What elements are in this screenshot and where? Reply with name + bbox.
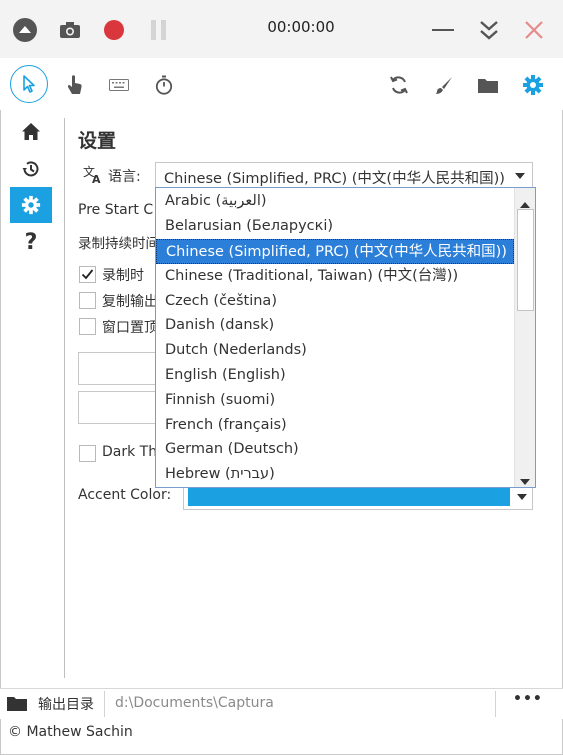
language-option[interactable]: Arabic (العربية) — [156, 189, 514, 214]
dark-theme-label: Dark Th — [102, 444, 158, 460]
double-chevron-down-icon — [480, 21, 498, 40]
checkbox-topmost[interactable] — [79, 318, 96, 335]
keyboard-icon — [109, 79, 129, 91]
language-option[interactable]: Dutch (Nederlands) — [156, 338, 514, 363]
chevron-down-icon — [520, 479, 530, 485]
checkbox-copy-output[interactable] — [79, 292, 96, 309]
minimize-to-tray-button[interactable] — [474, 15, 504, 45]
edit-button[interactable] — [429, 70, 459, 100]
language-option[interactable]: French (français) — [156, 413, 514, 438]
hidden-field-2[interactable] — [78, 391, 158, 424]
record-button[interactable] — [99, 15, 129, 45]
home-icon — [22, 123, 40, 140]
refresh-icon — [390, 76, 408, 94]
language-option[interactable]: Czech (čeština) — [156, 289, 514, 314]
stopwatch-icon — [155, 75, 173, 95]
language-label: 语言: — [108, 169, 141, 185]
sidebar-item-home[interactable] — [10, 114, 52, 150]
language-option[interactable]: Belarusian (Беларускі) — [156, 214, 514, 239]
close-button[interactable] — [519, 15, 549, 45]
question-mark-icon: ? — [24, 229, 38, 255]
chevron-up-icon — [520, 202, 530, 208]
title-bar: 00:00:00 — [0, 0, 563, 58]
copyright-text: © Mathew Sachin — [8, 724, 133, 740]
accent-color-label: Accent Color: — [78, 487, 172, 503]
scroll-down-button[interactable] — [519, 471, 531, 487]
more-options-button[interactable]: ••• — [513, 691, 543, 707]
cursor-toggle-button[interactable] — [10, 65, 48, 103]
sidebar-item-settings[interactable] — [10, 187, 52, 223]
language-option[interactable]: English (English) — [156, 363, 514, 388]
output-path-field[interactable]: d:\Documents\Captura — [104, 691, 496, 717]
sidebar-divider — [64, 118, 65, 678]
chevron-down-icon — [515, 173, 525, 179]
close-icon — [525, 21, 543, 39]
language-option[interactable]: German (Deutsch) — [156, 437, 514, 462]
minimize-icon — [432, 29, 454, 31]
recording-timer: 00:00:00 — [267, 18, 335, 36]
refresh-button[interactable] — [384, 70, 414, 100]
language-select-value: Chinese (Simplified, PRC) (中文(中华人民共和国)) — [164, 171, 505, 187]
language-dropdown-list: Arabic (العربية) Belarusian (Беларускі) … — [155, 187, 536, 488]
language-option[interactable]: Hebrew (עברית) — [156, 462, 514, 487]
keystrokes-toggle-button[interactable] — [104, 70, 134, 100]
checkbox-topmost-label: 窗口置顶 — [102, 320, 158, 336]
language-option-selected[interactable]: Chinese (Simplified, PRC) (中文(中华人民共和国)) — [156, 239, 514, 264]
checkbox-dark-theme[interactable] — [79, 445, 96, 462]
output-folder-button[interactable] — [6, 695, 28, 716]
accent-color-swatch — [188, 488, 510, 506]
checkbox-record-option[interactable] — [79, 266, 96, 283]
output-folder-bar: 输出目录 d:\Documents\Captura ••• — [0, 688, 563, 719]
language-select[interactable]: Chinese (Simplified, PRC) (中文(中华人民共和国)) — [155, 162, 533, 188]
gear-icon — [523, 75, 543, 95]
output-folder-label: 输出目录 — [38, 697, 94, 713]
dropdown-scrollbar[interactable] — [514, 188, 535, 487]
svg-text:A: A — [92, 173, 101, 184]
screenshot-button[interactable] — [55, 15, 85, 45]
hidden-field-1[interactable] — [78, 352, 158, 385]
folder-icon — [7, 697, 27, 711]
page-title: 设置 — [78, 130, 117, 152]
settings-button[interactable] — [518, 70, 548, 100]
checkbox-record-label: 录制时 — [102, 268, 144, 284]
language-option[interactable]: Finnish (suomi) — [156, 388, 514, 413]
pause-button[interactable] — [144, 15, 174, 45]
collapse-button[interactable] — [10, 15, 40, 45]
language-option[interactable]: Chinese (Traditional, Taiwan) (中文(台灣)) — [156, 264, 514, 289]
mouse-pointer-icon — [23, 75, 35, 93]
gear-icon — [21, 195, 41, 215]
open-folder-button[interactable] — [473, 70, 503, 100]
duration-label: 录制持续时间 — [78, 236, 159, 252]
history-icon — [22, 161, 39, 177]
clicks-toggle-button[interactable] — [60, 70, 90, 100]
scroll-thumb[interactable] — [517, 209, 534, 311]
collapse-up-icon — [13, 18, 37, 42]
timer-toggle-button[interactable] — [149, 70, 179, 100]
hand-pointer-icon — [67, 75, 82, 94]
toolbar — [0, 58, 563, 110]
pre-start-countdown-label: Pre Start C — [78, 202, 154, 218]
checkmark-icon — [81, 269, 94, 280]
language-option[interactable]: Danish (dansk) — [156, 313, 514, 338]
sidebar-item-about[interactable]: ? — [10, 224, 52, 260]
sidebar-item-history[interactable] — [10, 151, 52, 187]
brush-icon — [436, 77, 452, 94]
checkbox-copy-output-label: 复制输出 — [102, 294, 158, 310]
minimize-button[interactable] — [428, 15, 458, 45]
pause-icon — [151, 20, 166, 40]
output-path-value: d:\Documents\Captura — [115, 695, 274, 711]
record-icon — [104, 20, 124, 40]
translate-icon: 文 A — [83, 164, 103, 188]
chevron-down-icon — [517, 494, 527, 500]
folder-icon — [478, 79, 498, 93]
camera-icon — [60, 22, 80, 38]
